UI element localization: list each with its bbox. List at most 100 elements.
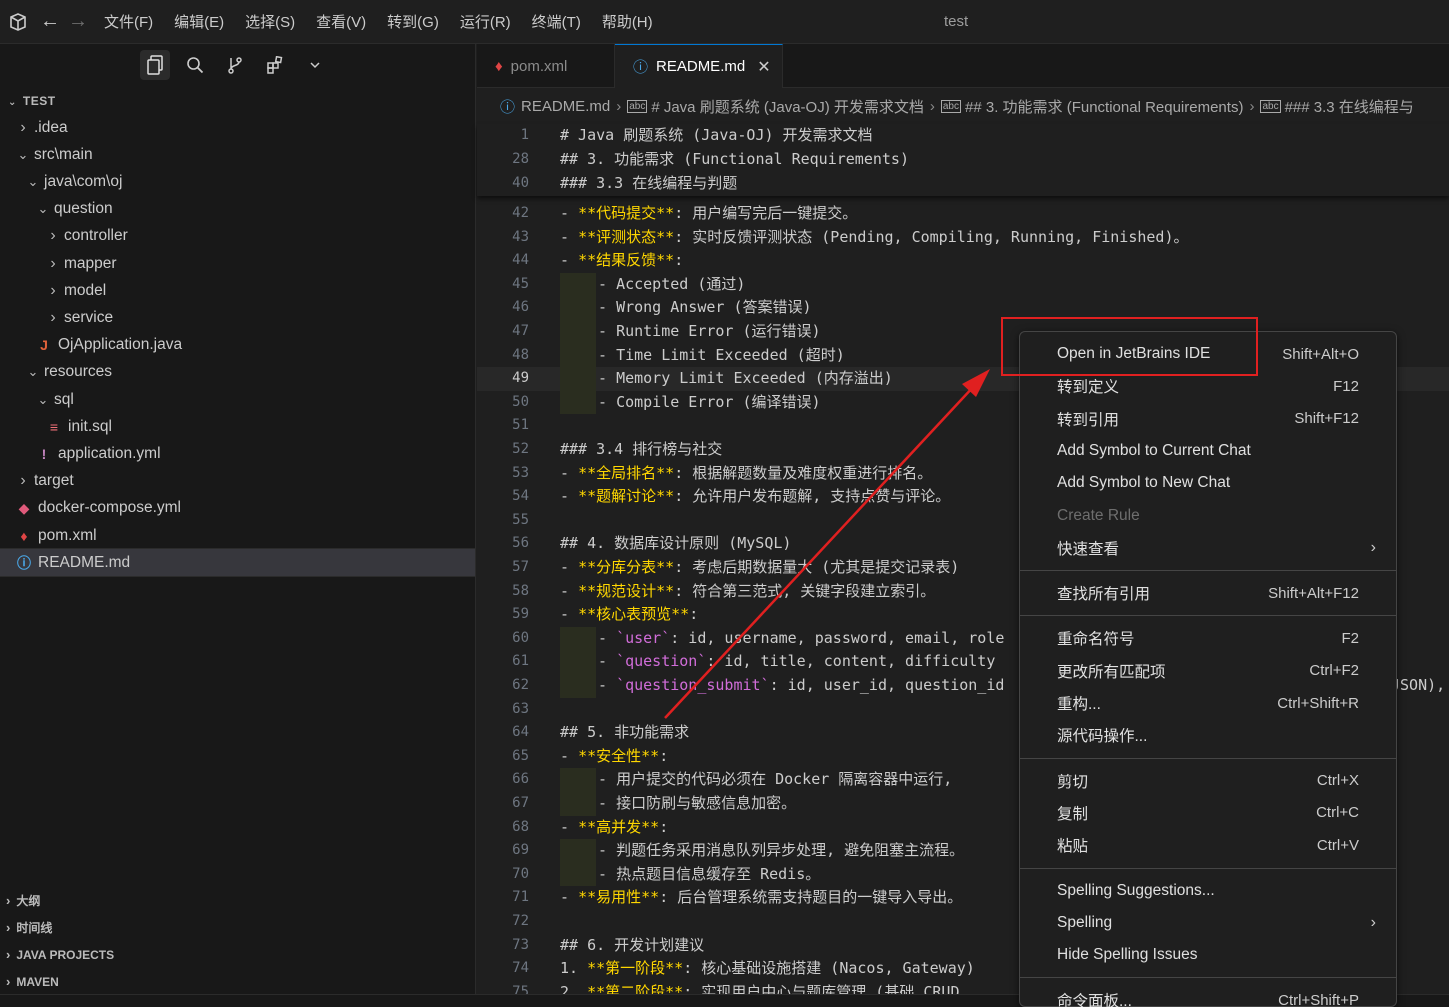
sidebar-toolbar — [140, 50, 340, 80]
context-menu-item[interactable]: 命令面板... Ctrl+Shift+P — [1020, 984, 1396, 1007]
menu-item-label: Spelling Suggestions... — [1057, 881, 1215, 899]
bold-text: **全局排名** — [578, 463, 675, 482]
search-icon[interactable] — [180, 50, 210, 80]
context-menu-item[interactable]: Spelling Suggestions... — [1020, 875, 1396, 907]
tree-file[interactable]: ♦ pom.xml — [0, 522, 475, 549]
tree-folder[interactable]: ⌄ src\main — [0, 141, 475, 168]
context-menu-item[interactable]: 源代码操作... — [1020, 719, 1396, 751]
tree-file[interactable]: ◆ docker-compose.yml — [0, 495, 475, 522]
menu-item[interactable]: 运行(R) — [460, 11, 511, 32]
explorer-icon[interactable] — [140, 50, 170, 80]
line-text: : 允许用户发布题解, 支持点赞与评论。 — [674, 487, 951, 506]
line-text: : 后台管理系统需支持题目的一键导入导出。 — [659, 888, 963, 907]
context-menu-item[interactable]: 快速查看 › — [1020, 532, 1396, 564]
editor-line[interactable]: 46 - Wrong Answer (答案错误) — [477, 296, 1449, 320]
tree-folder[interactable]: › controller — [0, 223, 475, 250]
menu-item[interactable]: 查看(V) — [316, 11, 366, 32]
context-menu-item[interactable]: Hide Spelling Issues — [1020, 939, 1396, 971]
close-icon[interactable]: ✕ — [757, 57, 770, 77]
tree-folder[interactable]: › .idea — [0, 114, 475, 141]
context-menu-item[interactable]: Spelling › — [1020, 907, 1396, 939]
list-marker: - — [560, 204, 579, 222]
explorer-section-title[interactable]: ⌄ TEST — [8, 94, 56, 108]
explorer-sidebar: ⌄ TEST › .idea ⌄ src\main ⌄ java\com\oj ⌄ questi… — [0, 44, 476, 1007]
editor-line[interactable]: 45 - Accepted (通过) — [477, 272, 1449, 297]
sidebar-section-header[interactable]: › 大纲 — [6, 892, 40, 909]
tree-folder[interactable]: › target — [0, 468, 475, 495]
code-text: - 判题任务采用消息队列异步处理, 避免阻塞主流程。 — [598, 839, 964, 863]
source-control-icon[interactable] — [220, 50, 250, 80]
sticky-line[interactable]: 1 # Java 刷题系统 (Java-OJ) 开发需求文档 — [477, 124, 1449, 148]
menu-item-shortcut: Ctrl+Shift+P — [1278, 991, 1359, 1007]
menu-item[interactable]: 选择(S) — [245, 11, 295, 32]
menu-item[interactable]: 终端(T) — [532, 11, 581, 32]
tab-readme-md[interactable]: ⓘ README.md ✕ — [615, 44, 783, 88]
list-marker: 2. — [560, 982, 588, 994]
tree-folder[interactable]: ⌄ resources — [0, 359, 475, 386]
editor-line[interactable]: 44 - **结果反馈**: — [477, 249, 1449, 273]
menu-item[interactable]: 转到(G) — [387, 11, 439, 32]
tree-file[interactable]: ! application.yml — [0, 440, 475, 467]
sidebar-section-header[interactable]: › JAVA PROJECTS — [6, 947, 114, 962]
menu-item[interactable]: 编辑(E) — [174, 11, 224, 32]
line-text: 用户提交的代码必须在 Docker 隔离容器中运行, — [616, 770, 953, 789]
line-number: 56 — [512, 535, 529, 552]
line-number: 70 — [512, 865, 529, 882]
tree-folder[interactable]: › model — [0, 277, 475, 304]
breadcrumb-item[interactable]: ### 3.3 在线编程与 — [1285, 96, 1414, 117]
line-number: 68 — [512, 818, 529, 835]
tree-folder[interactable]: ⌄ java\com\oj — [0, 168, 475, 195]
context-menu-item[interactable]: 粘贴 Ctrl+V — [1020, 829, 1396, 861]
sticky-line[interactable]: 40 ### 3.3 在线编程与判题 — [477, 172, 1449, 196]
forward-arrow-icon[interactable]: → — [64, 10, 92, 33]
bold-text: **结果反馈** — [578, 251, 675, 270]
context-menu-item[interactable]: Add Symbol to New Chat — [1020, 467, 1396, 499]
line-text: : 根据解题数量及难度权重进行排名。 — [674, 463, 933, 482]
context-menu-item[interactable]: 复制 Ctrl+C — [1020, 797, 1396, 829]
chevron-down-icon[interactable] — [300, 50, 330, 80]
line-text: ## 5. 非功能需求 — [560, 723, 690, 742]
chevron-down-icon: ⌄ — [27, 364, 39, 380]
chevron-right-icon: › — [1370, 913, 1376, 931]
code-text: 1. **第一阶段**: 核心基础设施搭建 (Nacos, Gateway) — [560, 957, 975, 981]
line-number: 52 — [512, 441, 529, 457]
code-text: - **高并发**: — [560, 816, 668, 840]
context-menu-item[interactable]: 查找所有引用 Shift+Alt+F12 — [1020, 577, 1396, 609]
context-menu-item[interactable]: 剪切 Ctrl+X — [1020, 765, 1396, 797]
tree-folder[interactable]: › service — [0, 304, 475, 331]
tab-pom-xml[interactable]: ♦ pom.xml — [477, 44, 615, 88]
tree-file[interactable]: ≡ init.sql — [0, 413, 475, 440]
tree-folder[interactable]: › mapper — [0, 250, 475, 277]
chevron-right-icon: › — [50, 281, 56, 299]
breadcrumb-item[interactable]: ## 3. 功能需求 (Functional Requirements) — [965, 96, 1243, 117]
list-marker: - — [560, 463, 579, 482]
sticky-line[interactable]: 28 ## 3. 功能需求 (Functional Requirements) — [477, 148, 1449, 172]
tree-folder[interactable]: ⌄ question — [0, 196, 475, 223]
back-arrow-icon[interactable]: ← — [36, 10, 64, 33]
context-menu-item[interactable]: 转到引用 Shift+F12 — [1020, 403, 1396, 435]
sticky-scroll-header[interactable]: 1 # Java 刷题系统 (Java-OJ) 开发需求文档 28 ## 3. 功能需… — [477, 124, 1449, 196]
tree-file[interactable]: ⓘ README.md — [0, 548, 476, 578]
context-menu-item[interactable]: 更改所有匹配项 Ctrl+F2 — [1020, 655, 1396, 687]
menu-item-shortcut: Ctrl+Shift+R — [1277, 694, 1359, 712]
breadcrumb-item[interactable]: # Java 刷题系统 (Java-OJ) 开发需求文档 — [651, 96, 924, 117]
extensions-icon[interactable] — [260, 50, 290, 80]
tree-folder[interactable]: ⌄ sql — [0, 386, 475, 413]
menu-item-label: Hide Spelling Issues — [1057, 946, 1198, 964]
breadcrumb-item[interactable]: README.md — [521, 98, 610, 115]
menu-item-label: Add Symbol to Current Chat — [1057, 441, 1251, 459]
editor-line[interactable]: 43 - **评测状态**: 实时反馈评测状态 (Pending, Compili… — [477, 226, 1449, 250]
section-label: MAVEN — [16, 975, 59, 989]
menu-item-shortcut: Shift+Alt+F12 — [1268, 584, 1359, 602]
menu-item[interactable]: 文件(F) — [104, 11, 153, 32]
editor-line[interactable]: 42 - **代码提交**: 用户编写完后一键提交。 — [477, 202, 1449, 226]
menu-item[interactable]: 帮助(H) — [602, 11, 653, 32]
context-menu-item[interactable]: 重构... Ctrl+Shift+R — [1020, 687, 1396, 719]
context-menu-item[interactable]: 重命名符号 F2 — [1020, 622, 1396, 654]
tree-file[interactable]: J OjApplication.java — [0, 332, 475, 359]
context-menu-item[interactable]: Add Symbol to Current Chat — [1020, 435, 1396, 467]
bold-text: **易用性** — [578, 888, 660, 907]
indent-guide — [560, 792, 596, 816]
sidebar-section-header[interactable]: › 时间线 — [6, 919, 52, 936]
sidebar-section-header[interactable]: › MAVEN — [6, 974, 59, 989]
